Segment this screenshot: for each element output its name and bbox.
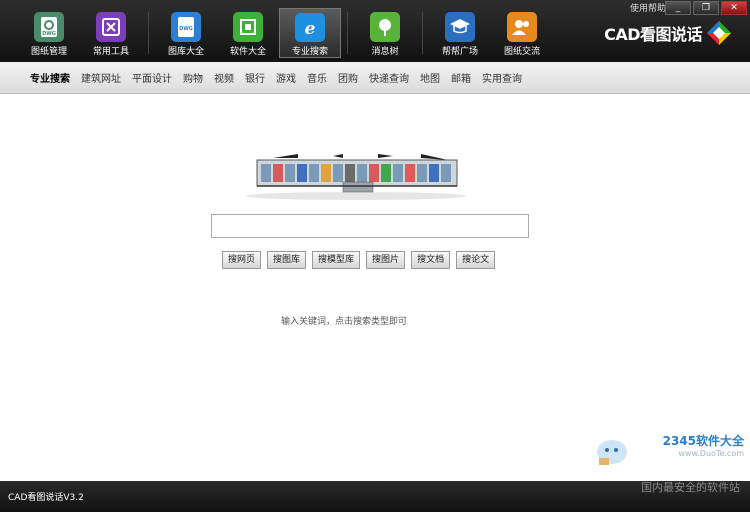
- category-games[interactable]: 游戏: [276, 70, 296, 85]
- status-bar: CAD看图说话V3.2 国内最安全的软件站: [0, 481, 750, 512]
- tool-label: 帮帮广场: [441, 47, 478, 57]
- tool-pro-search[interactable]: e 专业搜索: [279, 8, 341, 58]
- tool-help-square[interactable]: 帮帮广场: [429, 8, 491, 58]
- restore-button[interactable]: ❐: [693, 1, 719, 15]
- category-video[interactable]: 视频: [214, 70, 234, 85]
- category-shopping[interactable]: 购物: [183, 70, 203, 85]
- search-gallery-button[interactable]: 搜图库: [267, 251, 307, 269]
- search-hint: 输入关键词，点击搜索类型即可: [281, 317, 408, 327]
- toolbar-divider: [422, 12, 423, 54]
- category-bank[interactable]: 银行: [245, 70, 265, 85]
- search-images-button[interactable]: 搜图片: [366, 251, 406, 269]
- tool-common-tools[interactable]: 常用工具: [80, 8, 142, 58]
- toolbar-divider: [347, 12, 348, 54]
- watermark-url: www.DuoTe.com: [678, 449, 744, 458]
- tool-label: 常用工具: [92, 47, 129, 57]
- tool-label: 图纸管理: [30, 47, 67, 57]
- search-input[interactable]: [211, 214, 529, 238]
- tool-software[interactable]: 软件大全: [217, 8, 279, 58]
- dwg-file-icon: DWG: [34, 12, 64, 42]
- search-documents-button[interactable]: 搜文档: [411, 251, 451, 269]
- category-graphic-design[interactable]: 平面设计: [132, 70, 172, 85]
- tool-label: 软件大全: [229, 47, 266, 57]
- watermark-slogan: 国内最安全的软件站: [641, 481, 740, 494]
- dwg-library-icon: DWG: [171, 12, 201, 42]
- category-express-query[interactable]: 快递查询: [369, 70, 409, 85]
- tool-drawing-library[interactable]: DWG 图库大全: [155, 8, 217, 58]
- minimize-button[interactable]: _: [665, 1, 691, 15]
- graduation-cap-icon: [445, 12, 475, 42]
- category-nav: 专业搜索 建筑网址 平面设计 购物 视频 银行 游戏 音乐 团购 快递查询 地图…: [0, 62, 750, 94]
- tool-message-tree[interactable]: 消息树: [354, 8, 416, 58]
- toolbar-divider: [148, 12, 149, 54]
- app-version: CAD看图说话V3.2: [8, 493, 84, 503]
- building-illustration: [246, 154, 466, 200]
- app-logo: CAD看图说话: [604, 20, 732, 46]
- svg-text:DWG: DWG: [179, 26, 193, 32]
- category-group-buy[interactable]: 团购: [338, 70, 358, 85]
- search-type-buttons: 搜网页 搜图库 搜模型库 搜图片 搜文档 搜论文: [222, 251, 496, 269]
- category-map[interactable]: 地图: [420, 70, 440, 85]
- tool-label: 图库大全: [167, 47, 204, 57]
- tools-icon: [96, 12, 126, 42]
- logo-text: CAD看图说话: [604, 25, 702, 44]
- watermark: 2345软件大全 www.DuoTe.com: [663, 432, 744, 458]
- close-button[interactable]: ✕: [721, 1, 747, 15]
- main-toolbar: 使用帮助 _ ❐ ✕ DWG 图纸管理 常用工具 DWG 图库大全 软件大全 e…: [0, 0, 750, 62]
- category-email[interactable]: 邮箱: [451, 70, 471, 85]
- tool-drawing-management[interactable]: DWG 图纸管理: [18, 8, 80, 58]
- tree-icon: [370, 12, 400, 42]
- search-web-button[interactable]: 搜网页: [222, 251, 262, 269]
- category-architecture-sites[interactable]: 建筑网址: [81, 70, 121, 85]
- tool-label: 消息树: [371, 47, 399, 57]
- category-music[interactable]: 音乐: [307, 70, 327, 85]
- ie-search-icon: e: [295, 13, 325, 42]
- tool-label: 专业搜索: [291, 47, 328, 57]
- software-box-icon: [233, 12, 263, 42]
- category-pro-search[interactable]: 专业搜索: [30, 70, 70, 85]
- search-model-library-button[interactable]: 搜模型库: [312, 251, 361, 269]
- cube-logo-icon: [707, 21, 731, 45]
- mascot-icon: [597, 440, 627, 465]
- svg-text:DWG: DWG: [42, 31, 56, 37]
- category-utility-query[interactable]: 实用查询: [482, 70, 522, 85]
- help-link[interactable]: 使用帮助: [630, 1, 666, 14]
- users-icon: [507, 12, 537, 42]
- tool-label: 图纸交流: [503, 47, 540, 57]
- window-controls: _ ❐ ✕: [665, 1, 747, 15]
- tool-drawing-exchange[interactable]: 图纸交流: [491, 8, 553, 58]
- watermark-brand: 2345软件大全: [662, 434, 744, 448]
- search-papers-button[interactable]: 搜论文: [456, 251, 496, 269]
- svg-text:e: e: [305, 19, 316, 39]
